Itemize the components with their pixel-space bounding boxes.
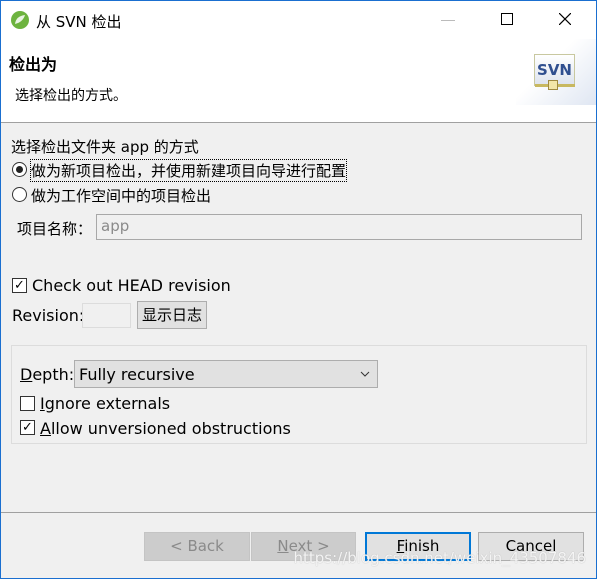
allow-unversioned-label[interactable]: Allow unversioned obstructions <box>40 419 291 438</box>
depth-label: Depth: <box>20 365 75 384</box>
close-button[interactable] <box>559 13 571 25</box>
page-description: 选择检出的方式。 <box>15 88 127 104</box>
radio-workspace-project-label[interactable]: 做为工作空间中的项目检出 <box>31 185 211 206</box>
revision-label: Revision: <box>12 306 85 325</box>
maximize-button[interactable] <box>501 13 513 25</box>
project-name-label: 项目名称： <box>17 220 93 238</box>
spring-leaf-icon <box>11 11 29 29</box>
back-button[interactable]: < Back <box>144 532 250 561</box>
wizard-header: 检出为 选择检出的方式。 SVN <box>1 39 596 123</box>
checkout-prompt: 选择检出文件夹 app 的方式 <box>11 138 199 156</box>
title-bar: 从 SVN 检出 <box>1 1 596 39</box>
allow-unversioned-checkbox[interactable]: ✓ <box>20 420 35 435</box>
window-title: 从 SVN 检出 <box>36 13 122 31</box>
depth-select[interactable]: Fully recursive <box>74 360 378 388</box>
project-name-input[interactable]: app <box>96 214 582 240</box>
depth-select-value: Fully recursive <box>79 365 195 384</box>
ignore-externals-label[interactable]: Ignore externals <box>40 394 170 413</box>
svn-logo-node <box>548 80 558 90</box>
page-title: 检出为 <box>9 55 58 74</box>
show-log-button[interactable]: 显示日志 <box>137 301 207 329</box>
radio-workspace-project[interactable] <box>12 187 27 202</box>
head-revision-checkbox[interactable]: ✓ <box>12 278 27 293</box>
footer-separator <box>1 512 596 513</box>
watermark: https://blog.csdn.net/weixin_43507846 <box>293 549 586 567</box>
ignore-externals-checkbox[interactable] <box>20 396 35 411</box>
radio-new-project-label[interactable]: 做为新项目检出，并使用新建项目向导进行配置 <box>29 159 348 182</box>
chevron-down-icon <box>360 371 370 377</box>
head-revision-label[interactable]: Check out HEAD revision <box>32 276 231 295</box>
dialog-window: 从 SVN 检出 检出为 选择检出的方式。 SVN 选择检出文件夹 app 的方… <box>0 0 597 579</box>
minimize-button[interactable] <box>441 20 455 21</box>
radio-new-project[interactable] <box>12 162 27 177</box>
revision-input[interactable] <box>82 303 131 328</box>
